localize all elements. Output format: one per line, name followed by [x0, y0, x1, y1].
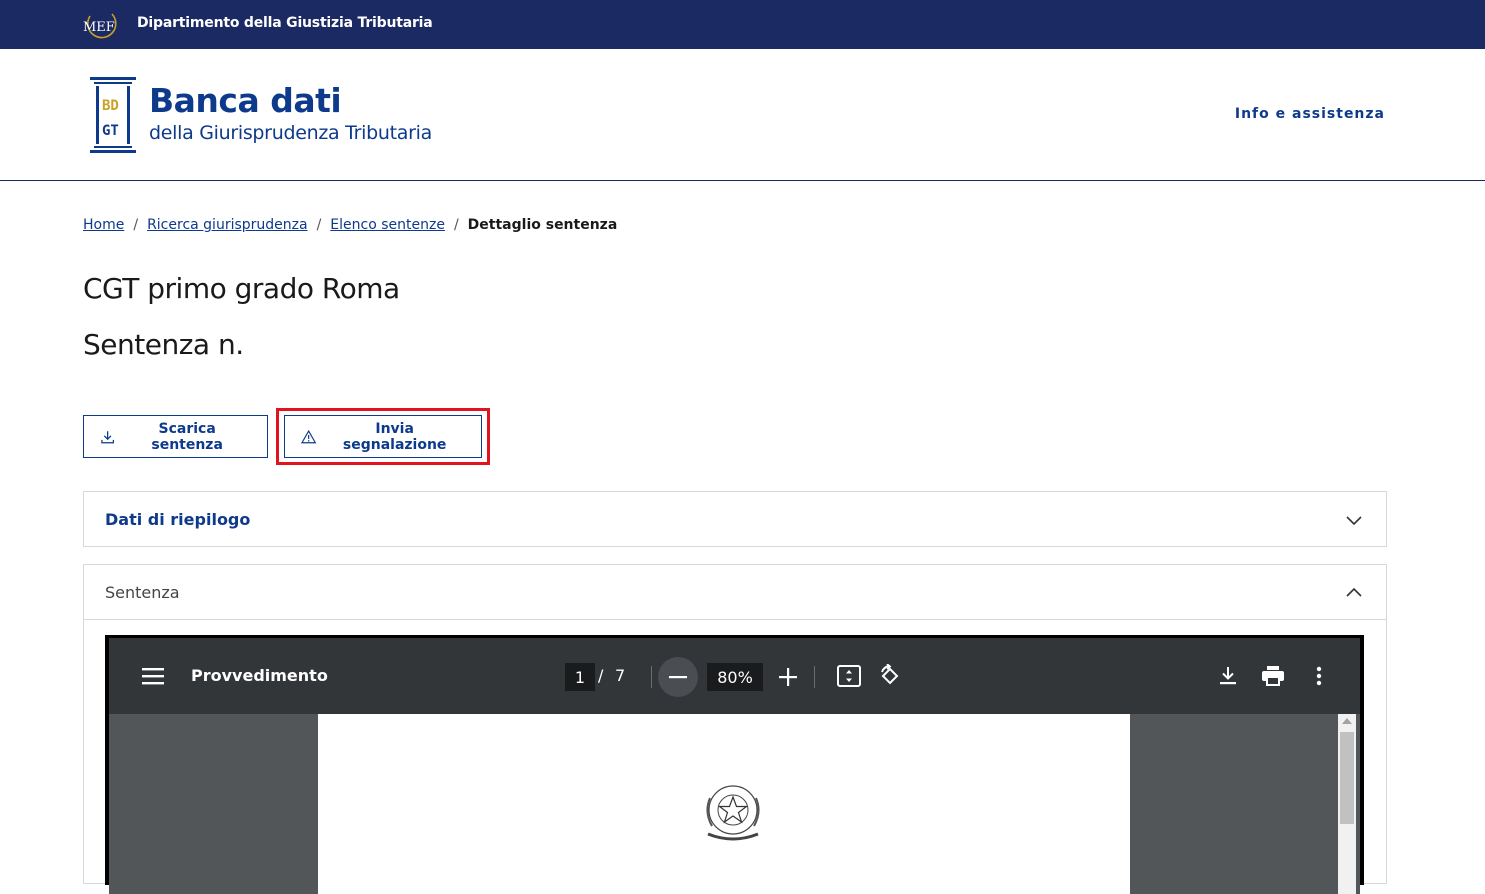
breadcrumb-separator: /	[133, 217, 139, 233]
print-icon[interactable]	[1262, 666, 1284, 686]
page-number-input[interactable]: 1	[565, 663, 595, 691]
logo-letters-top: BD	[102, 98, 119, 114]
italian-emblem-icon	[706, 785, 760, 841]
chevron-down-icon[interactable]	[1344, 510, 1364, 530]
zoom-out-icon	[669, 676, 687, 679]
pdf-title: Provvedimento	[191, 666, 328, 685]
pdf-canvas[interactable]	[109, 714, 1360, 894]
send-report-button[interactable]: Invia segnalazione	[284, 415, 482, 458]
accordion-divider	[84, 619, 1386, 620]
pdf-page	[318, 714, 1130, 894]
breadcrumb-ricerca[interactable]: Ricerca giurisprudenza	[147, 217, 308, 233]
logo-letters-bottom: GT	[102, 123, 119, 139]
site-header: BD GT Banca dati della Giurisprudenza Tr…	[0, 49, 1485, 181]
info-assistance-link[interactable]: Info e assistenza	[1235, 106, 1385, 122]
mef-logo[interactable]: MEF	[82, 10, 120, 40]
fit-page-icon[interactable]	[837, 665, 861, 687]
mef-logo-text: MEF	[83, 20, 115, 35]
brand-subtitle[interactable]: della Giurisprudenza Tributaria	[149, 122, 432, 144]
department-title[interactable]: Dipartimento della Giustizia Tributaria	[137, 15, 433, 31]
rotate-icon[interactable]	[878, 664, 902, 688]
accordion-sentence-title[interactable]: Sentenza	[105, 583, 180, 602]
accordion-summary[interactable]: Dati di riepilogo	[83, 491, 1387, 547]
breadcrumb-home[interactable]: Home	[83, 217, 124, 233]
download-icon	[101, 430, 114, 443]
send-report-label: Invia segnalazione	[342, 420, 447, 453]
breadcrumb-separator: /	[453, 217, 459, 233]
page-separator: /	[598, 666, 604, 685]
pdf-scrollbar-thumb[interactable]	[1340, 732, 1354, 824]
breadcrumb: Home / Ricerca giurisprudenza / Elenco sente…	[83, 217, 617, 233]
zoom-in-icon[interactable]	[779, 668, 797, 686]
download-sentence-button[interactable]: Scarica sentenza	[83, 415, 268, 458]
menu-icon[interactable]	[142, 667, 164, 685]
scroll-up-arrow-icon[interactable]	[1342, 718, 1352, 724]
toolbar-separator	[651, 666, 652, 688]
chevron-up-icon[interactable]	[1344, 583, 1364, 603]
zoom-level-input[interactable]: 80%	[707, 663, 763, 691]
page-title: CGT primo grado Roma	[83, 272, 400, 305]
page-subtitle: Sentenza n.	[83, 328, 244, 361]
zoom-out-button[interactable]	[658, 657, 698, 697]
warning-icon	[301, 429, 317, 443]
pdf-toolbar: Provvedimento 1 / 7 80%	[109, 638, 1360, 714]
banca-dati-logo[interactable]: BD GT	[88, 75, 138, 155]
download-icon[interactable]	[1219, 666, 1237, 686]
accordion-summary-title[interactable]: Dati di riepilogo	[105, 510, 250, 529]
toolbar-separator	[814, 666, 815, 688]
download-sentence-label: Scarica sentenza	[151, 420, 223, 453]
breadcrumb-separator: /	[316, 217, 322, 233]
breadcrumb-current: Dettaglio sentenza	[467, 217, 618, 233]
pdf-viewer[interactable]: Provvedimento 1 / 7 80%	[105, 635, 1364, 894]
total-pages: 7	[615, 666, 626, 685]
top-bar: MEF Dipartimento della Giustizia Tributa…	[0, 0, 1485, 49]
breadcrumb-elenco[interactable]: Elenco sentenze	[330, 217, 445, 233]
more-icon[interactable]	[1316, 666, 1322, 686]
brand-title[interactable]: Banca dati	[149, 81, 342, 120]
pdf-scrollbar[interactable]	[1338, 714, 1356, 894]
